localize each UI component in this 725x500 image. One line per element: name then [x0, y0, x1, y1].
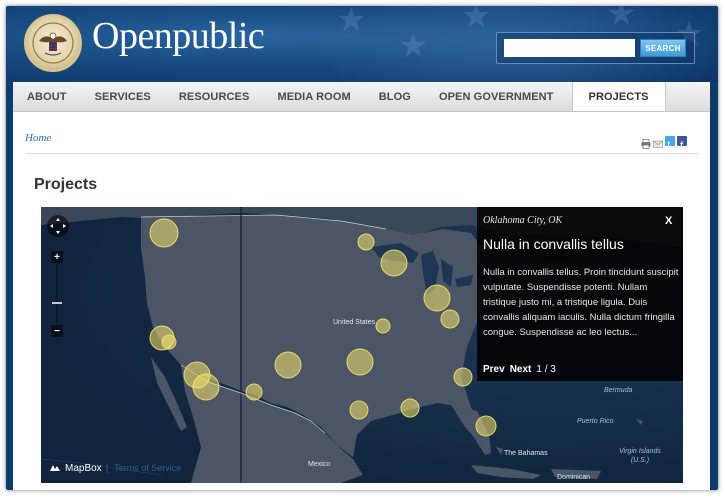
zoom-slider-track[interactable]: [56, 265, 58, 323]
project-marker[interactable]: [423, 284, 451, 312]
project-marker[interactable]: [453, 367, 473, 387]
project-marker[interactable]: [245, 383, 263, 401]
site-header: ★ ★ ★ ★ ★ Openpublic SEARCH: [6, 6, 718, 82]
project-marker[interactable]: [475, 415, 497, 437]
main-navigation: ABOUT SERVICES RESOURCES MEDIA ROOM BLOG…: [13, 82, 710, 112]
twitter-icon[interactable]: t: [665, 136, 675, 149]
popup-body: Nulla in convallis tellus. Proin tincidu…: [483, 267, 679, 338]
nav-item-media-room[interactable]: MEDIA ROOM: [263, 82, 364, 111]
project-marker[interactable]: [400, 398, 420, 418]
main-content: Home t f Projects United States Mexico B…: [13, 112, 710, 490]
map-attribution: MapBox | Terms of Service: [49, 462, 181, 474]
project-marker[interactable]: [161, 334, 177, 350]
pan-control[interactable]: [47, 215, 69, 237]
map-label-puerto-rico: Puerto Rico: [577, 418, 614, 425]
map-label-dominican: Dominican: [557, 474, 591, 481]
pan-arrows-icon: [50, 218, 66, 234]
eagle-seal-icon: [32, 22, 74, 64]
project-popup: Oklahoma City, OK X Nulla in convallis t…: [477, 207, 683, 381]
zoom-slider-handle[interactable]: [52, 302, 62, 304]
projects-map[interactable]: United States Mexico Bermuda Puerto Rico…: [41, 207, 683, 483]
map-label-bermuda: Bermuda: [604, 387, 633, 394]
svg-text:t: t: [668, 140, 671, 149]
nav-item-about[interactable]: ABOUT: [13, 82, 81, 111]
zoom-out-button[interactable]: −: [51, 325, 63, 337]
map-label-virgin-islands: Virgin Islands (U.S.): [619, 448, 661, 464]
star-decoration: ★: [461, 6, 492, 36]
mapbox-logo-icon: [50, 465, 60, 471]
nav-item-open-government[interactable]: OPEN GOVERNMENT: [425, 82, 568, 111]
mapbox-link[interactable]: MapBox: [65, 463, 102, 474]
project-marker[interactable]: [349, 400, 369, 420]
star-decoration: ★: [336, 6, 367, 40]
email-icon[interactable]: [653, 136, 663, 148]
project-marker[interactable]: [192, 373, 220, 401]
popup-pagination: Prev Next 1 / 3: [483, 364, 556, 375]
search-form: SEARCH: [496, 32, 695, 64]
nav-item-resources[interactable]: RESOURCES: [165, 82, 264, 111]
project-marker[interactable]: [346, 348, 374, 376]
popup-title: Nulla in convallis tellus: [483, 236, 624, 252]
breadcrumb-home-link[interactable]: Home: [25, 132, 51, 144]
map-label-united-states: United States: [333, 319, 376, 326]
project-marker[interactable]: [274, 351, 302, 379]
nav-item-blog[interactable]: BLOG: [365, 82, 425, 111]
popup-location: Oklahoma City, OK: [483, 215, 563, 226]
zoom-in-button[interactable]: +: [51, 251, 63, 263]
page-title: Projects: [34, 176, 98, 193]
print-icon[interactable]: [641, 136, 651, 149]
nav-item-projects[interactable]: PROJECTS: [571, 82, 666, 111]
search-button[interactable]: SEARCH: [640, 39, 686, 57]
star-decoration: ★: [398, 26, 429, 66]
browser-frame: ★ ★ ★ ★ ★ Openpublic SEARCH ABOUT SERVIC…: [6, 6, 718, 490]
project-marker[interactable]: [380, 249, 408, 277]
divider: [25, 153, 700, 154]
popup-prev-button[interactable]: Prev: [483, 364, 505, 375]
project-marker[interactable]: [357, 233, 375, 251]
project-marker[interactable]: [375, 318, 391, 334]
map-label-the-bahamas: The Bahamas: [504, 450, 548, 457]
popup-next-button[interactable]: Next: [510, 364, 532, 375]
facebook-icon[interactable]: f: [677, 136, 687, 150]
map-label-mexico: Mexico: [308, 461, 331, 468]
project-marker[interactable]: [440, 309, 460, 329]
svg-text:f: f: [680, 140, 684, 149]
search-input[interactable]: [504, 39, 635, 57]
share-toolbar: t f: [641, 136, 687, 150]
project-marker[interactable]: [149, 218, 179, 248]
star-decoration: ★: [606, 6, 637, 34]
popup-close-button[interactable]: X: [665, 215, 672, 227]
site-logo-text[interactable]: Openpublic: [92, 14, 265, 58]
popup-page-indicator: 1 / 3: [536, 364, 556, 375]
terms-of-service-link[interactable]: Terms of Service: [114, 463, 181, 473]
nav-item-services[interactable]: SERVICES: [81, 82, 165, 111]
government-seal-logo[interactable]: [24, 14, 82, 72]
